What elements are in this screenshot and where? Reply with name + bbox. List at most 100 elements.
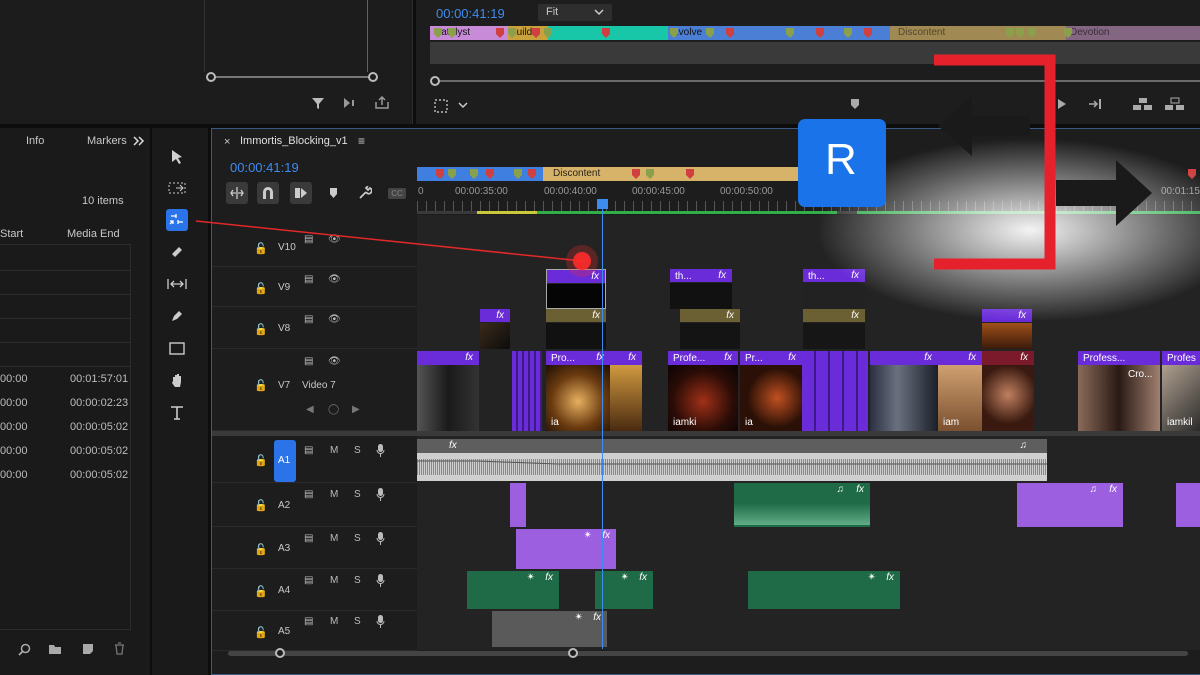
clip-v7[interactable]: Pr... fx ia	[740, 351, 802, 431]
microphone-icon[interactable]	[376, 444, 385, 457]
lock-icon[interactable]: 🔓	[254, 585, 268, 598]
clip-v7[interactable]: fx	[417, 351, 479, 431]
double-chevron-icon[interactable]	[133, 136, 145, 146]
microphone-icon[interactable]	[376, 532, 385, 545]
clip-v7[interactable]: fx	[870, 351, 938, 431]
pen-tool[interactable]	[166, 305, 188, 327]
snap-toggle[interactable]	[257, 182, 279, 204]
clip-v7[interactable]: Profess... Cro...	[1078, 351, 1160, 431]
segment-devotion[interactable]: Devotion	[1066, 26, 1200, 40]
safe-margins-icon[interactable]	[434, 99, 448, 113]
insert-overwrite-toggle[interactable]	[226, 182, 248, 204]
add-marker-icon[interactable]	[329, 187, 338, 199]
film-icon[interactable]: ▤	[304, 356, 313, 367]
list-item[interactable]: 00:00 00:00:05:02	[0, 419, 130, 437]
insert-icon[interactable]	[342, 97, 358, 109]
clip-a4[interactable]: fx ✴	[748, 571, 900, 609]
timeline-scrollbar[interactable]	[228, 651, 1188, 656]
zoom-dropdown[interactable]: Fit	[538, 4, 612, 21]
new-item-icon[interactable]	[82, 643, 94, 655]
eye-icon[interactable]: 👁	[328, 356, 341, 367]
export-frame-icon[interactable]	[375, 96, 389, 109]
clip-a2[interactable]: fx ♫	[734, 483, 870, 527]
clip-a2[interactable]: fx ♫	[1017, 483, 1123, 527]
ripple-edit-tool[interactable]	[166, 209, 188, 231]
slip-tool[interactable]	[166, 273, 188, 295]
clip-v8[interactable]: fx	[680, 309, 740, 349]
eye-icon[interactable]: 👁	[328, 314, 341, 325]
track-target-a1[interactable]: A1	[274, 440, 296, 482]
column-media-end[interactable]: Media End	[67, 228, 120, 240]
track-name[interactable]: Video 7	[302, 380, 336, 391]
step-forward-icon[interactable]	[1088, 98, 1102, 110]
clip-v7[interactable]	[802, 351, 868, 431]
folder-icon[interactable]	[48, 644, 62, 655]
microphone-icon[interactable]	[376, 574, 385, 587]
film-icon[interactable]: ▤	[304, 445, 313, 456]
tab-info[interactable]: Info	[26, 135, 44, 147]
clip-a4[interactable]: fx ✴	[467, 571, 559, 609]
clip-a3[interactable]: fx ✴	[516, 529, 616, 569]
lift-icon[interactable]	[1132, 97, 1154, 111]
linked-selection-toggle[interactable]	[290, 182, 312, 204]
source-zoom-handle-left[interactable]	[206, 72, 216, 82]
selection-tool[interactable]	[166, 145, 188, 167]
source-zoom-handle-right[interactable]	[368, 72, 378, 82]
track-select-tool[interactable]	[166, 177, 188, 199]
lock-icon[interactable]: 🔓	[254, 454, 268, 467]
mute-button[interactable]: M	[330, 445, 338, 456]
mute-button[interactable]: M	[330, 575, 338, 586]
filter-icon[interactable]	[311, 96, 325, 110]
program-timecode[interactable]: 00:00:41:19	[436, 6, 505, 21]
program-zoom-bar[interactable]	[434, 80, 1200, 82]
razor-tool[interactable]	[166, 241, 188, 263]
clip-v7[interactable]: fx	[982, 351, 1034, 431]
program-zoom-handle[interactable]	[430, 76, 440, 86]
lock-icon[interactable]: 🔓	[254, 499, 268, 512]
film-icon[interactable]: ▤	[304, 489, 313, 500]
list-item[interactable]	[0, 343, 130, 367]
clip-v7[interactable]: Profes iamkil	[1162, 351, 1200, 431]
clip-v8[interactable]: fx	[480, 309, 510, 349]
segment-evolve[interactable]: Evolve	[668, 26, 890, 40]
wrench-icon[interactable]	[358, 186, 372, 200]
list-item[interactable]: 00:00 00:00:05:02	[0, 443, 130, 461]
search-icon[interactable]	[18, 643, 31, 656]
solo-button[interactable]: S	[354, 616, 361, 627]
solo-button[interactable]: S	[354, 575, 361, 586]
film-icon[interactable]: ▤	[304, 575, 313, 586]
clip-v8[interactable]: fx	[803, 309, 865, 349]
segment-discontent[interactable]: Discontent	[890, 26, 1066, 40]
solo-button[interactable]: S	[354, 533, 361, 544]
trash-icon[interactable]	[114, 642, 125, 655]
film-icon[interactable]: ▤	[304, 616, 313, 627]
video-audio-divider[interactable]	[212, 431, 1200, 436]
list-item[interactable]: 00:00 00:00:02:23	[0, 395, 130, 413]
clip-v7[interactable]: Pro... fx ia	[546, 351, 610, 431]
clip-v7[interactable]	[512, 351, 542, 431]
clip-v8[interactable]: fx	[546, 309, 606, 349]
clip-a5[interactable]: fx ✴	[492, 611, 607, 647]
add-marker-icon[interactable]	[850, 98, 860, 110]
mute-button[interactable]: M	[330, 616, 338, 627]
clip-a4[interactable]: fx ✴	[595, 571, 653, 609]
mute-button[interactable]: M	[330, 533, 338, 544]
playhead-handle[interactable]	[597, 199, 608, 209]
program-mini-timeline[interactable]	[430, 42, 1200, 64]
lock-icon[interactable]: 🔓	[254, 379, 268, 392]
film-icon[interactable]: ▤	[304, 533, 313, 544]
lock-icon[interactable]: 🔓	[254, 626, 268, 639]
chevron-down-icon[interactable]	[458, 102, 468, 109]
list-item[interactable]: 00:00 00:01:57:01	[0, 371, 130, 389]
scrollbar-handle-right[interactable]	[568, 648, 578, 658]
clip-a1[interactable]: fx ♫	[417, 439, 1047, 481]
type-tool[interactable]	[166, 401, 188, 423]
column-start[interactable]: Start	[0, 228, 23, 240]
clip-v7[interactable]: fx iam	[938, 351, 982, 431]
panel-menu-icon[interactable]: ≡	[358, 134, 365, 148]
mute-button[interactable]: M	[330, 489, 338, 500]
lock-icon[interactable]: 🔓	[254, 323, 268, 336]
lock-icon[interactable]: 🔓	[254, 543, 268, 556]
list-item[interactable]	[0, 295, 130, 319]
clip-v8[interactable]: fx	[982, 309, 1032, 349]
